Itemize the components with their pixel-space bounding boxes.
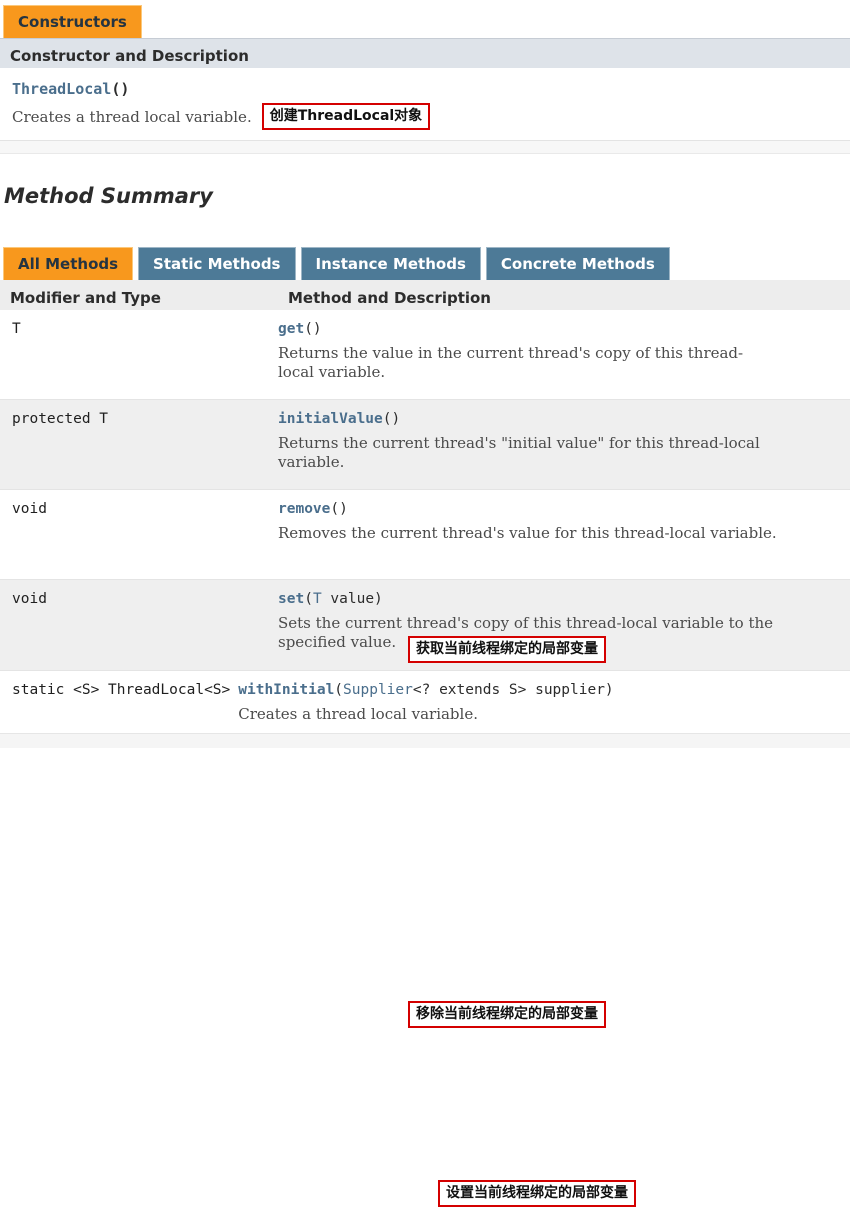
method-cell: get() Returns the value in the current t… bbox=[278, 320, 850, 387]
method-column-header-modifier: Modifier and Type bbox=[10, 289, 288, 303]
annotation-get: 获取当前线程绑定的局部变量 bbox=[408, 636, 606, 663]
method-column-header-method: Method and Description bbox=[288, 289, 850, 303]
constructor-args: () bbox=[111, 80, 129, 98]
method-column-header: Modifier and Type Method and Description bbox=[0, 280, 850, 310]
constructor-description: Creates a thread local variable. bbox=[12, 108, 252, 126]
method-modifier-prefix: static <S> bbox=[12, 682, 108, 698]
method-signature: initialValue() bbox=[278, 410, 836, 430]
method-args-prefix: ( bbox=[334, 682, 343, 698]
constructors-summary: Constructors Constructor and Description… bbox=[0, 0, 850, 154]
constructors-column-header: Constructor and Description bbox=[0, 38, 850, 68]
method-signature: withInitial(Supplier<? extends S> suppli… bbox=[238, 681, 836, 701]
method-modifier-type: void bbox=[0, 500, 278, 567]
table-row: static <S> ThreadLocal<S> withInitial(Su… bbox=[0, 670, 850, 733]
method-modifier-type: static <S> ThreadLocal<S> bbox=[0, 681, 238, 727]
method-arg-type[interactable]: Supplier bbox=[343, 682, 413, 698]
method-name-link[interactable]: get bbox=[278, 321, 304, 337]
method-summary: Method Summary All Methods Static Method… bbox=[0, 184, 850, 748]
annotation-set: 设置当前线程绑定的局部变量 bbox=[438, 1180, 636, 1207]
method-cell: remove() Removes the current thread's va… bbox=[278, 500, 850, 567]
method-signature: remove() bbox=[278, 500, 836, 520]
method-args: () bbox=[330, 501, 347, 517]
method-modifier-type: protected T bbox=[0, 410, 278, 477]
method-summary-title: Method Summary bbox=[0, 184, 850, 208]
method-description: Creates a thread local variable. bbox=[238, 705, 738, 725]
constructors-bottom-band bbox=[0, 140, 850, 154]
method-description: Removes the current thread's value for t… bbox=[278, 524, 798, 544]
constructors-tab-strip: Constructors bbox=[0, 0, 850, 38]
method-cell: withInitial(Supplier<? extends S> suppli… bbox=[238, 681, 850, 727]
tab-static-methods[interactable]: Static Methods bbox=[138, 247, 295, 280]
method-name-link[interactable]: initialValue bbox=[278, 411, 383, 427]
method-args-prefix: ( bbox=[304, 591, 313, 607]
method-args: () bbox=[304, 321, 321, 337]
constructor-name-link[interactable]: ThreadLocal bbox=[12, 80, 111, 98]
method-summary-tab-strip: All Methods Static Methods Instance Meth… bbox=[0, 230, 850, 280]
constructor-row: ThreadLocal() Creates a thread local var… bbox=[0, 68, 850, 140]
constructor-description-line: Creates a thread local variable. 创建Threa… bbox=[12, 103, 850, 130]
method-modifier-link[interactable]: ThreadLocal bbox=[108, 682, 204, 698]
method-modifier-type: T bbox=[0, 320, 278, 387]
method-modifier-type: void bbox=[0, 590, 278, 658]
tab-concrete-methods[interactable]: Concrete Methods bbox=[486, 247, 670, 280]
method-signature: set(T value) bbox=[278, 590, 836, 610]
method-name-link[interactable]: remove bbox=[278, 501, 330, 517]
method-summary-bottom-band bbox=[0, 733, 850, 748]
method-name-link[interactable]: withInitial bbox=[238, 682, 334, 698]
method-cell: initialValue() Returns the current threa… bbox=[278, 410, 850, 477]
tab-all-methods[interactable]: All Methods bbox=[3, 247, 133, 280]
method-args: () bbox=[383, 411, 400, 427]
method-arg-type[interactable]: T bbox=[313, 591, 322, 607]
method-args-rest: <? extends S> supplier) bbox=[413, 682, 614, 698]
tab-instance-methods[interactable]: Instance Methods bbox=[301, 247, 481, 280]
table-row: void remove() Removes the current thread… bbox=[0, 489, 850, 579]
method-description: Returns the current thread's "initial va… bbox=[278, 434, 778, 474]
tab-constructors[interactable]: Constructors bbox=[3, 5, 142, 38]
method-args-rest: value) bbox=[322, 591, 383, 607]
annotation-constructor: 创建ThreadLocal对象 bbox=[262, 103, 430, 130]
annotation-remove: 移除当前线程绑定的局部变量 bbox=[408, 1001, 606, 1028]
table-row: T get() Returns the value in the current… bbox=[0, 310, 850, 399]
method-modifier-suffix: <S> bbox=[204, 682, 230, 698]
table-row: protected T initialValue() Returns the c… bbox=[0, 399, 850, 489]
constructors-column-header-label: Constructor and Description bbox=[10, 47, 850, 60]
method-description: Returns the value in the current thread'… bbox=[278, 344, 778, 384]
method-signature: get() bbox=[278, 320, 836, 340]
method-name-link[interactable]: set bbox=[278, 591, 304, 607]
constructor-signature: ThreadLocal() bbox=[12, 80, 850, 98]
